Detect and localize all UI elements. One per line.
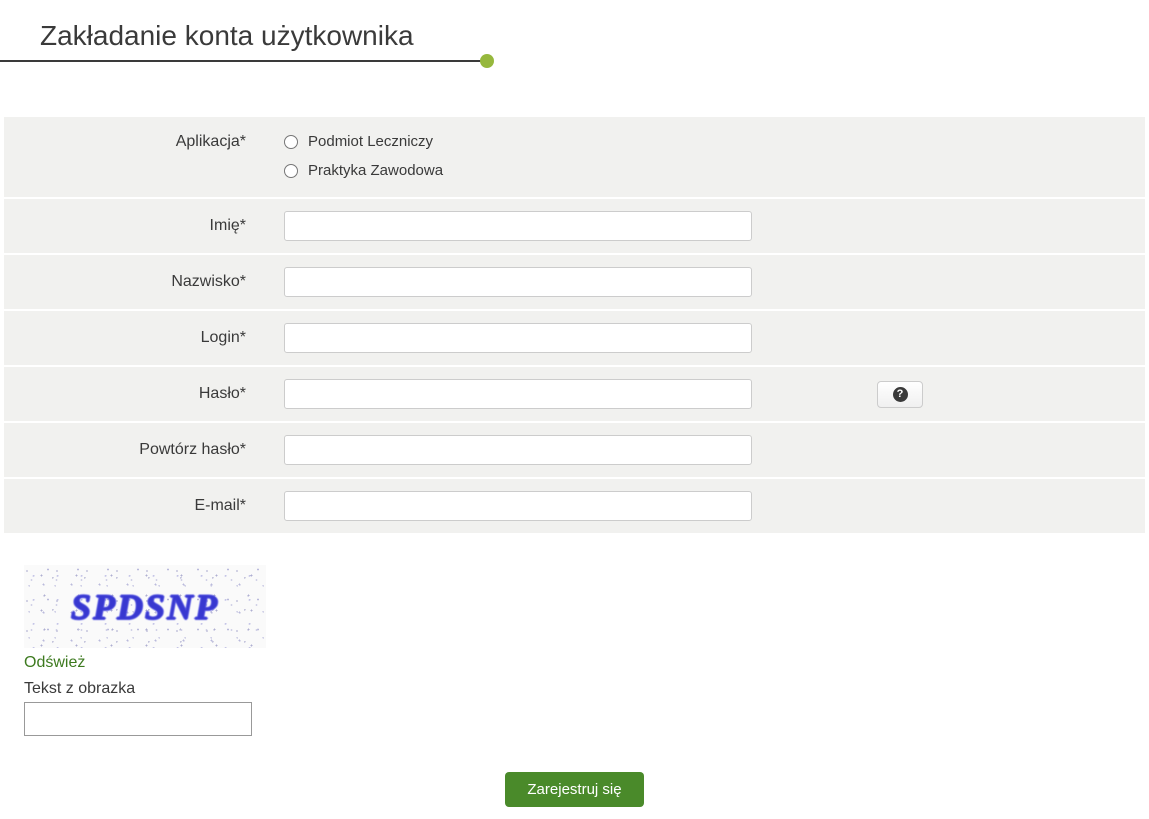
radio-label-podmiot: Podmiot Leczniczy (308, 133, 433, 150)
label-login: Login* (4, 329, 284, 347)
row-email: E-mail* (4, 479, 1145, 533)
control-imie (284, 211, 1145, 241)
radio-podmiot[interactable] (284, 135, 298, 149)
label-nazwisko: Nazwisko* (4, 273, 284, 291)
label-haslo: Hasło* (4, 385, 284, 403)
radio-group-aplikacja: Podmiot Leczniczy Praktyka Zawodowa (284, 133, 443, 179)
input-email[interactable] (284, 491, 752, 521)
control-email (284, 491, 1145, 521)
label-imie: Imię* (4, 217, 284, 235)
radio-label-praktyka: Praktyka Zawodowa (308, 162, 443, 179)
captcha-input[interactable] (24, 702, 252, 736)
input-imie[interactable] (284, 211, 752, 241)
control-nazwisko (284, 267, 1145, 297)
input-powtorz-haslo[interactable] (284, 435, 752, 465)
input-nazwisko[interactable] (284, 267, 752, 297)
help-button-haslo[interactable]: ? (877, 381, 923, 408)
captcha-image: SPDSNP (24, 565, 266, 648)
radio-option-praktyka[interactable]: Praktyka Zawodowa (284, 162, 443, 179)
label-aplikacja: Aplikacja* (4, 133, 284, 151)
radio-praktyka[interactable] (284, 164, 298, 178)
captcha-section: SPDSNP Odśwież Tekst z obrazka (0, 535, 1149, 736)
captcha-input-label: Tekst z obrazka (24, 680, 1149, 698)
label-email: E-mail* (4, 497, 284, 515)
submit-button[interactable]: Zarejestruj się (505, 772, 643, 807)
page-title: Zakładanie konta użytkownika (40, 20, 1149, 52)
header: Zakładanie konta użytkownika (0, 0, 1149, 62)
control-login (284, 323, 1145, 353)
submit-area: Zarejestruj się (0, 772, 1149, 807)
row-haslo: Hasło* ? (4, 367, 1145, 421)
row-aplikacja: Aplikacja* Podmiot Leczniczy Praktyka Za… (4, 117, 1145, 197)
row-login: Login* (4, 311, 1145, 365)
header-divider (0, 60, 487, 62)
control-powtorz-haslo (284, 435, 1145, 465)
registration-form: Aplikacja* Podmiot Leczniczy Praktyka Za… (0, 117, 1149, 533)
refresh-link[interactable]: Odśwież (24, 654, 1149, 672)
control-haslo: ? (284, 379, 1145, 409)
label-powtorz-haslo: Powtórz hasło* (4, 441, 284, 459)
input-haslo[interactable] (284, 379, 752, 409)
input-login[interactable] (284, 323, 752, 353)
radio-option-podmiot[interactable]: Podmiot Leczniczy (284, 133, 443, 150)
control-aplikacja: Podmiot Leczniczy Praktyka Zawodowa (284, 133, 1145, 179)
question-icon: ? (893, 387, 908, 402)
captcha-text: SPDSNP (71, 586, 219, 628)
header-dot-icon (480, 54, 494, 68)
row-nazwisko: Nazwisko* (4, 255, 1145, 309)
row-powtorz-haslo: Powtórz hasło* (4, 423, 1145, 477)
row-imie: Imię* (4, 199, 1145, 253)
